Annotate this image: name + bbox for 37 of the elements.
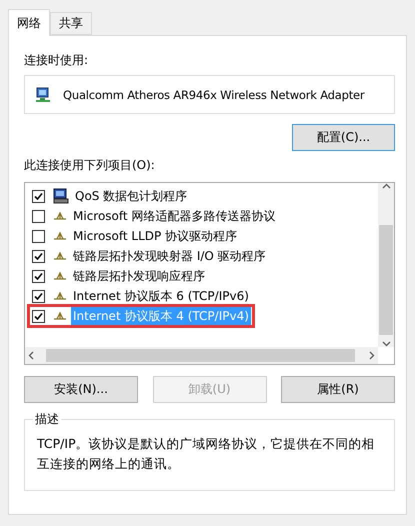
protocol-icon xyxy=(53,271,67,281)
list-item[interactable]: 链路层拓扑发现映射器 I/O 驱动程序 xyxy=(71,246,268,266)
scroll-left-icon[interactable] xyxy=(28,351,34,360)
scroll-down-icon[interactable] xyxy=(382,341,390,347)
computer-icon xyxy=(53,188,69,204)
checkbox[interactable] xyxy=(32,250,45,262)
protocol-icon xyxy=(53,251,67,261)
checkbox[interactable] xyxy=(32,270,45,282)
protocol-icon xyxy=(53,311,67,321)
vertical-scrollbar[interactable] xyxy=(378,183,394,347)
protocol-icon xyxy=(53,211,67,221)
tab[interactable]: 网络 xyxy=(8,9,50,36)
action-button[interactable]: 安装(N)... xyxy=(24,376,138,403)
list-item[interactable]: Microsoft LLDP 协议驱动程序 xyxy=(71,226,240,246)
checkbox[interactable] xyxy=(32,310,45,322)
network-adapter-icon xyxy=(35,86,51,102)
scroll-up-icon[interactable] xyxy=(382,183,390,189)
protocol-icon xyxy=(53,291,67,301)
list-item[interactable]: 链路层拓扑发现响应程序 xyxy=(71,266,207,286)
scroll-right-icon[interactable] xyxy=(369,351,375,360)
tab[interactable]: 共享 xyxy=(50,12,92,35)
list-item[interactable]: QoS 数据包计划程序 xyxy=(73,186,190,206)
checkbox[interactable] xyxy=(32,290,45,302)
checkbox[interactable] xyxy=(32,210,45,222)
items-label: 此连接使用下列项目(O): xyxy=(24,157,156,174)
checkbox[interactable] xyxy=(32,190,45,202)
list-item[interactable]: Internet 协议版本 6 (TCP/IPv6) xyxy=(71,286,251,306)
adapter-name: Qualcomm Atheros AR946x Wireless Network Adapter xyxy=(63,88,364,102)
action-button[interactable]: 属性(R) xyxy=(281,376,395,403)
adapter-label: 连接时使用: xyxy=(24,52,90,69)
checkbox[interactable] xyxy=(32,230,45,242)
horizontal-scrollbar[interactable] xyxy=(25,347,378,364)
configure-button[interactable]: 配置(C)... xyxy=(292,124,395,151)
protocol-icon xyxy=(53,231,67,241)
description-title: 描述 xyxy=(34,411,60,428)
list-item[interactable]: Microsoft 网络适配器多路传送器协议 xyxy=(71,206,278,226)
description-text: TCP/IP。该协议是默认的广域网络协议，它提供在不同的相互连接的网络上的通讯。 xyxy=(37,435,376,473)
